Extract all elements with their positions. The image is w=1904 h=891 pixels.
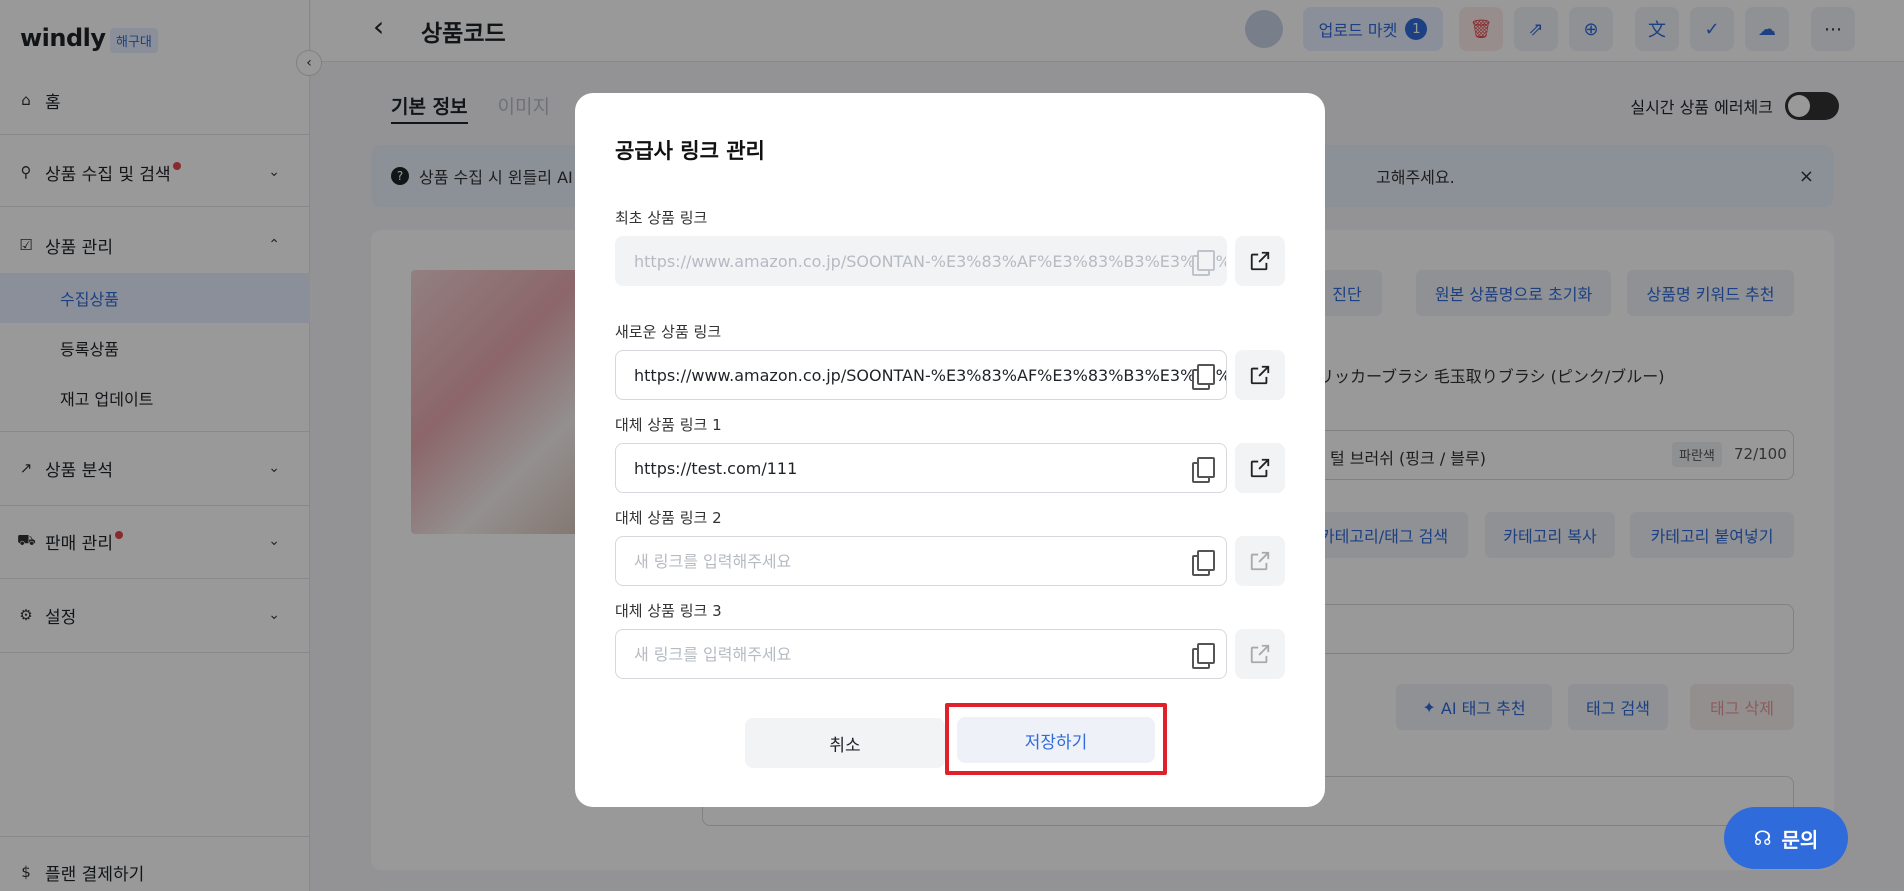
alt-link-2-field[interactable]: [615, 536, 1227, 586]
open-original-link-button[interactable]: [1235, 236, 1285, 286]
open-new-link-button[interactable]: [1235, 350, 1285, 400]
copy-icon[interactable]: [1192, 550, 1215, 576]
external-link-icon: [1250, 644, 1270, 664]
copy-icon[interactable]: [1192, 643, 1215, 669]
supplier-link-modal: 공급사 링크 관리 최초 상품 링크 https://www.amazon.co…: [575, 93, 1325, 807]
open-alt-link-2-button: [1235, 536, 1285, 586]
open-alt-link-1-button[interactable]: [1235, 443, 1285, 493]
copy-icon[interactable]: [1192, 457, 1215, 483]
headset-icon: ☊: [1753, 826, 1772, 850]
copy-icon: [1192, 250, 1215, 276]
alt-link-3-input[interactable]: [634, 644, 1176, 664]
open-alt-link-3-button: [1235, 629, 1285, 679]
modal-title: 공급사 링크 관리: [615, 139, 765, 163]
external-link-icon: [1250, 458, 1270, 478]
original-link-field: https://www.amazon.co.jp/SOONTAN-%E3%83%…: [615, 236, 1227, 286]
external-link-icon: [1250, 551, 1270, 571]
new-link-field[interactable]: https://www.amazon.co.jp/SOONTAN-%E3%83%…: [615, 350, 1227, 400]
field-label-alt-1: 대체 상품 링크 1: [615, 416, 722, 434]
save-button-highlight: 저장하기: [945, 703, 1167, 775]
save-button[interactable]: 저장하기: [957, 717, 1155, 763]
field-label-original: 최초 상품 링크: [615, 209, 708, 227]
inquiry-button[interactable]: ☊ 문의: [1724, 807, 1848, 869]
alt-link-2-input[interactable]: [634, 551, 1176, 571]
field-label-alt-3: 대체 상품 링크 3: [615, 602, 722, 620]
field-label-new: 새로운 상품 링크: [615, 323, 722, 341]
external-link-icon: [1250, 251, 1270, 271]
cancel-button[interactable]: 취소: [745, 718, 945, 768]
alt-link-3-field[interactable]: [615, 629, 1227, 679]
alt-link-1-field[interactable]: https://test.com/111: [615, 443, 1227, 493]
field-label-alt-2: 대체 상품 링크 2: [615, 509, 722, 527]
external-link-icon: [1250, 365, 1270, 385]
copy-icon[interactable]: [1192, 364, 1215, 390]
